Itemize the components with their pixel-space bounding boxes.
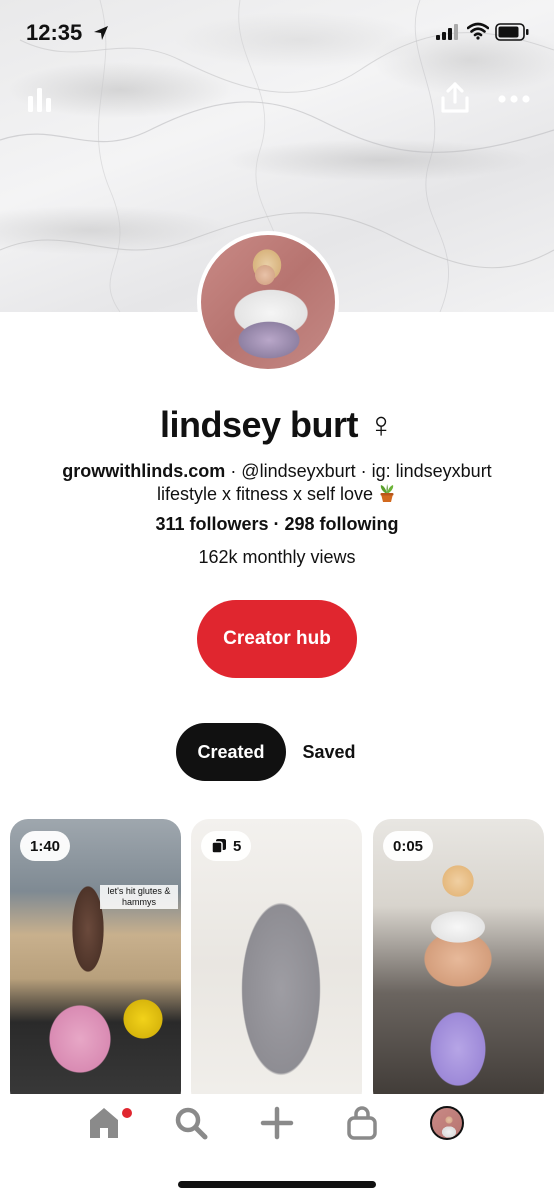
shopping-bag-icon[interactable] bbox=[345, 1106, 379, 1140]
pin-card[interactable]: 1:40 let's hit glutes & hammys bbox=[10, 819, 181, 1109]
status-time: 12:35 bbox=[26, 20, 83, 45]
pin-caption: let's hit glutes & hammys bbox=[100, 885, 178, 909]
search-icon[interactable] bbox=[174, 1106, 208, 1140]
carousel-count-badge: 5 bbox=[201, 831, 252, 861]
profile-handles: · @lindseyxburt · ig: lindseyxburt bbox=[225, 461, 492, 481]
multiple-pages-icon bbox=[211, 839, 226, 854]
profile-avatar[interactable] bbox=[197, 231, 339, 373]
followers-following[interactable]: 311 followers · 298 following bbox=[0, 514, 554, 535]
status-bar: 12:35 bbox=[0, 0, 554, 64]
add-icon[interactable] bbox=[260, 1106, 294, 1140]
wifi-icon bbox=[467, 22, 489, 40]
more-icon[interactable] bbox=[498, 94, 530, 104]
profile-bio-line-2: lifestyle x fitness x self love bbox=[0, 483, 554, 505]
location-arrow-icon bbox=[94, 26, 108, 40]
notification-dot bbox=[122, 1108, 132, 1118]
battery-icon bbox=[495, 23, 529, 41]
cellular-signal-icon bbox=[436, 24, 458, 40]
profile-website-link[interactable]: growwithlinds.com bbox=[62, 461, 225, 481]
video-duration-badge: 0:05 bbox=[383, 831, 434, 861]
tab-created[interactable]: Created bbox=[176, 723, 286, 781]
creator-hub-button[interactable]: Creator hub bbox=[197, 600, 357, 678]
tab-saved[interactable]: Saved bbox=[296, 723, 362, 781]
profile-bio-line-1: growwithlinds.com · @lindseyxburt · ig: … bbox=[0, 461, 554, 482]
stats-icon[interactable] bbox=[26, 86, 54, 114]
home-icon[interactable] bbox=[88, 1106, 120, 1140]
profile-tab-avatar[interactable] bbox=[430, 1106, 464, 1140]
pin-card[interactable]: 0:05 bbox=[373, 819, 544, 1109]
home-indicator bbox=[178, 1181, 376, 1188]
profile-name: lindsey burt ♀ bbox=[159, 404, 395, 445]
pin-card[interactable]: 5 bbox=[191, 819, 362, 1109]
share-icon[interactable] bbox=[440, 82, 470, 114]
profile-bio-text: lifestyle x fitness x self love bbox=[156, 484, 374, 504]
potted-plant-icon bbox=[380, 484, 394, 502]
video-duration-badge: 1:40 bbox=[20, 831, 71, 861]
monthly-views: 162k monthly views bbox=[198, 547, 356, 567]
